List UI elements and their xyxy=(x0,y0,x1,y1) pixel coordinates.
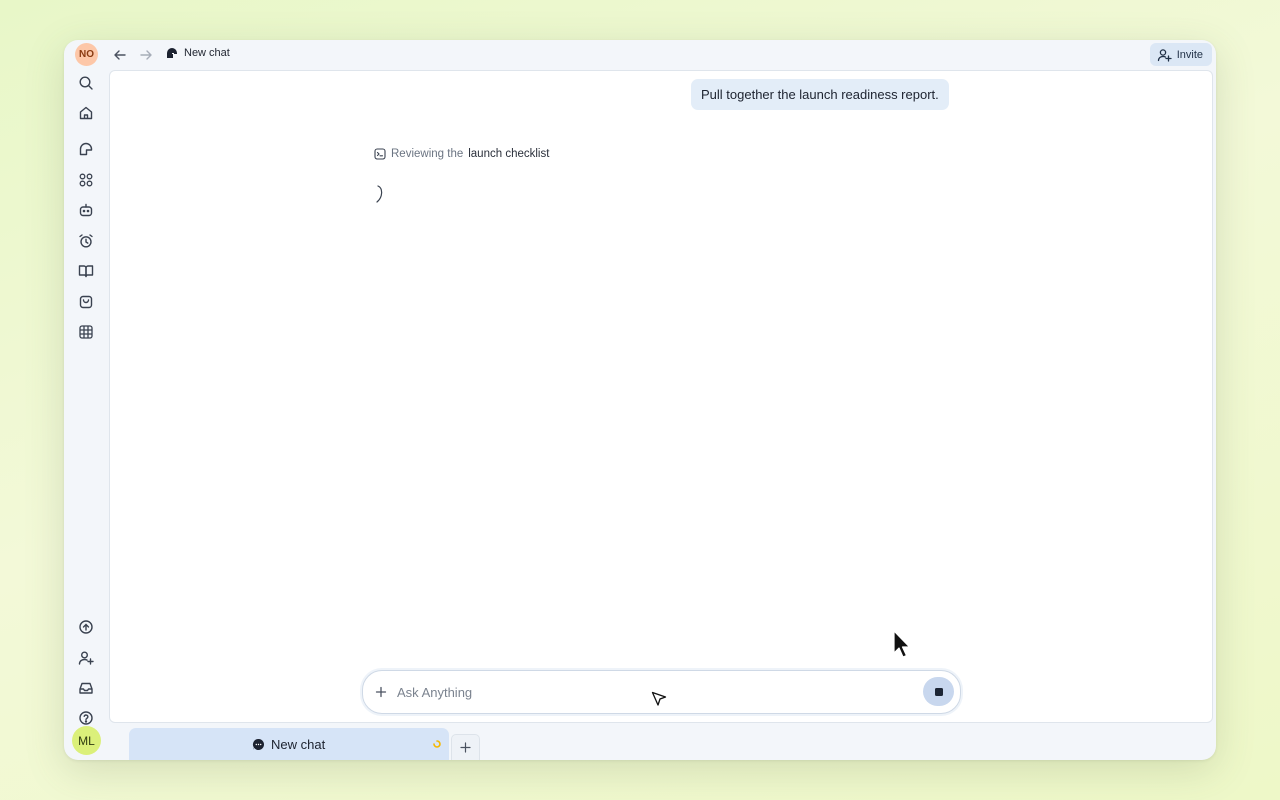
robot-icon xyxy=(79,203,93,217)
top-bar: NO New chat Invite xyxy=(64,40,1216,70)
arrow-right-icon xyxy=(140,50,152,60)
new-tab-button[interactable] xyxy=(451,734,480,760)
invite-label: Invite xyxy=(1176,48,1203,61)
sidebar-item-library[interactable] xyxy=(76,261,96,281)
invite-button[interactable]: Invite xyxy=(1149,43,1212,66)
agent-status[interactable]: Reviewing the launch checklist xyxy=(374,148,549,160)
stop-icon xyxy=(934,687,943,696)
sidebar-item-chats[interactable] xyxy=(76,139,96,159)
upgrade-icon xyxy=(79,620,93,634)
page-title: New chat xyxy=(184,47,230,59)
status-prefix: Reviewing the xyxy=(391,148,464,160)
user-message: Pull together the launch readiness repor… xyxy=(691,79,949,110)
sidebar-item-inbox[interactable] xyxy=(76,678,96,698)
plus-icon xyxy=(375,686,387,698)
app-window: NO New chat Invite ML Pull together the … xyxy=(64,40,1216,760)
inbox-icon xyxy=(79,682,93,694)
breadcrumb: New chat xyxy=(166,47,230,59)
sidebar-item-tables[interactable] xyxy=(76,322,96,342)
alarm-clock-icon xyxy=(79,234,93,248)
add-user-icon xyxy=(78,651,94,665)
sidebar-item-upgrade[interactable] xyxy=(76,617,96,637)
loading-spinner-icon xyxy=(433,740,441,748)
tab-label: New chat xyxy=(271,737,326,752)
back-button[interactable] xyxy=(110,45,130,65)
org-avatar[interactable]: NO xyxy=(75,43,98,66)
add-user-icon xyxy=(1157,48,1172,62)
sidebar-item-search[interactable] xyxy=(76,73,96,93)
plus-icon xyxy=(460,742,471,753)
terminal-icon xyxy=(374,148,386,160)
chat-icon xyxy=(167,48,177,58)
apps-icon xyxy=(79,173,93,187)
tab-new-chat[interactable]: New chat xyxy=(129,728,449,760)
book-icon xyxy=(78,265,94,278)
forward-button[interactable] xyxy=(136,45,156,65)
search-icon xyxy=(79,76,93,90)
status-emphasis: launch checklist xyxy=(468,148,550,160)
sidebar-item-agents[interactable] xyxy=(76,200,96,220)
sidebar-item-schedule[interactable] xyxy=(76,231,96,251)
loading-spinner-icon xyxy=(376,185,383,203)
sidebar-item-help[interactable] xyxy=(76,708,96,728)
sidebar-item-invite[interactable] xyxy=(76,648,96,668)
sidebar-item-apps[interactable] xyxy=(76,170,96,190)
chat-icon xyxy=(79,142,93,156)
stop-generation-button[interactable] xyxy=(923,677,954,706)
arrow-left-icon xyxy=(114,50,126,60)
home-icon xyxy=(79,106,93,120)
attach-button[interactable] xyxy=(371,682,391,702)
chat-bubble-icon xyxy=(252,738,265,750)
bag-icon xyxy=(79,295,93,309)
sidebar-item-store[interactable] xyxy=(76,292,96,312)
sidebar-item-home[interactable] xyxy=(76,103,96,123)
agent-cursor-icon xyxy=(651,691,667,706)
message-input[interactable] xyxy=(397,681,877,703)
mouse-cursor-icon xyxy=(893,630,911,658)
chat-panel: Pull together the launch readiness repor… xyxy=(109,70,1213,723)
help-icon xyxy=(79,711,93,725)
table-icon xyxy=(79,325,93,339)
tab-bar: New chat xyxy=(64,726,1216,760)
icon-sidebar xyxy=(64,70,109,760)
